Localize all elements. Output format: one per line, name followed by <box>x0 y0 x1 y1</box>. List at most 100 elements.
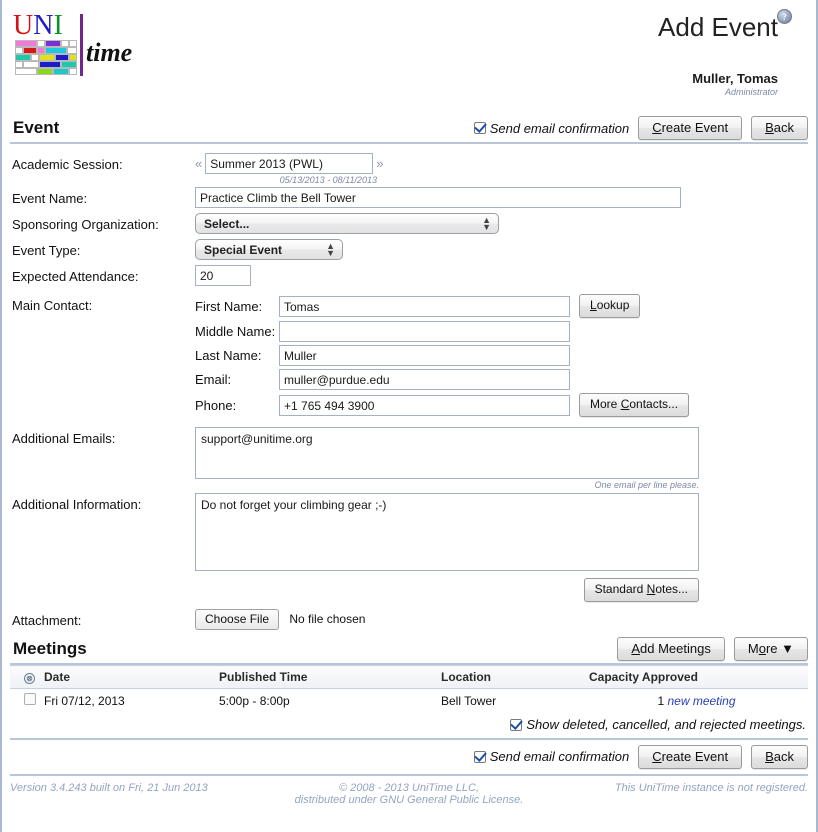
more-prefix: M <box>747 641 759 656</box>
column-header-date[interactable]: Date <box>44 665 219 689</box>
create-event-button-top[interactable]: Create Event <box>638 116 743 140</box>
more-contacts-suffix: ontacts... <box>629 397 679 411</box>
logo-time-text: time <box>86 38 133 67</box>
create-event-button-bottom[interactable]: Create Event <box>638 744 743 769</box>
row-checkbox[interactable] <box>24 693 36 705</box>
column-header-capacity-approved[interactable]: Capacity Approved <box>589 665 808 689</box>
user-name: Muller, Tomas <box>692 71 778 86</box>
row-phone: Phone: +1 765 494 3900 More Contacts... <box>195 393 806 417</box>
show-deleted-checkbox[interactable] <box>510 718 523 731</box>
help-icon[interactable]: ? <box>777 9 792 24</box>
bottom-action-bar: Send email confirmation Create Event Bac… <box>10 737 808 776</box>
back-accel-top: B <box>765 120 774 135</box>
show-deleted-control[interactable]: Show deleted, cancelled, and rejected me… <box>510 717 806 732</box>
row-academic-session: Academic Session: « Summer 2013 (PWL) » … <box>12 153 806 185</box>
standard-notes-accel: N <box>646 582 656 596</box>
lookup-button[interactable]: Lookup <box>579 294 641 318</box>
row-last-name: Last Name: Muller <box>195 345 806 366</box>
chevron-down-icon-more: ▼ <box>781 641 794 656</box>
back-button-top[interactable]: Back <box>751 116 808 140</box>
more-suffix: re <box>765 641 778 656</box>
first-name-input[interactable]: Tomas <box>279 295 570 317</box>
meetings-section-actions: Add Meetings More ▼ <box>617 637 808 661</box>
column-header-location[interactable]: Location <box>441 665 589 689</box>
add-meetings-accel: A <box>631 641 641 656</box>
standard-notes-button[interactable]: Standard Notes... <box>583 578 699 602</box>
logo-uni-text: UNI <box>13 12 63 40</box>
academic-session-input[interactable]: Summer 2013 (PWL) <box>205 153 374 174</box>
sponsoring-org-value: Select... <box>204 217 250 231</box>
next-session-icon[interactable]: » <box>376 156 383 171</box>
create-event-accel-bottom: C <box>652 748 662 764</box>
row-expected-attendance: Expected Attendance: 20 <box>12 265 806 286</box>
row-additional-information: Additional Information: Do not forget yo… <box>12 493 806 602</box>
send-email-confirmation-bottom[interactable]: Send email confirmation <box>473 749 629 764</box>
chevron-updown-icon-sponsor: ▲ ▼ <box>482 214 491 232</box>
expected-attendance-input[interactable]: 20 <box>195 265 251 286</box>
email-input[interactable]: muller@purdue.edu <box>279 369 570 390</box>
page-root: UNI time Add Event ? Muller, Tomas Admin… <box>0 0 818 832</box>
additional-information-textarea[interactable]: Do not forget your climbing gear ;-) <box>195 493 699 571</box>
event-name-input[interactable]: Practice Climb the Bell Tower <box>195 187 681 208</box>
phone-input[interactable]: +1 765 494 3900 <box>279 394 570 416</box>
send-email-checkbox-bottom[interactable] <box>473 750 486 763</box>
attachment-file-status: No file chosen <box>289 612 366 626</box>
select-all-header[interactable]: ⊗ <box>10 665 44 689</box>
event-type-select[interactable]: Special Event ▲ ▼ <box>195 239 343 260</box>
label-first-name: First Name: <box>195 298 263 314</box>
event-form: Academic Session: « Summer 2013 (PWL) » … <box>12 144 806 630</box>
label-middle-name: Middle Name: <box>195 324 276 339</box>
deselect-all-icon[interactable]: ⊗ <box>24 673 35 684</box>
row-email: Email: muller@purdue.edu <box>195 369 806 390</box>
row-attachment: Attachment: Choose File No file chosen <box>12 609 806 630</box>
more-contacts-button[interactable]: More Contacts... <box>579 393 690 417</box>
academic-session-dates: 05/13/2013 - 08/11/2013 <box>279 175 377 185</box>
label-additional-emails: Additional Emails: <box>12 431 116 446</box>
page-header: UNI time Add Event ? Muller, Tomas Admin… <box>2 0 816 118</box>
label-last-name: Last Name: <box>195 348 262 363</box>
column-header-published-time[interactable]: Published Time <box>219 665 441 689</box>
additional-emails-textarea[interactable]: support@unitime.org <box>195 427 699 479</box>
sponsoring-org-select[interactable]: Select... ▲ ▼ <box>195 213 499 234</box>
row-sponsoring-org: Sponsoring Organization: Select... ▲ ▼ <box>12 213 806 234</box>
row-select-cell[interactable] <box>10 688 44 712</box>
prev-session-icon[interactable]: « <box>195 156 202 171</box>
label-event-name: Event Name: <box>12 191 88 206</box>
last-name-input[interactable]: Muller <box>279 345 570 366</box>
lookup-accel: L <box>590 298 597 312</box>
page-footer: Version 3.4.243 built on Fri, 21 Jun 201… <box>10 776 808 818</box>
table-row[interactable]: Fri 07/12, 2013 5:00p - 8:00p Bell Tower… <box>10 688 808 712</box>
footer-registration: This UniTime instance is not registered. <box>614 781 808 794</box>
event-section-actions: Send email confirmation Create Event Bac… <box>473 116 808 140</box>
cell-approval-status: new meeting <box>667 693 736 708</box>
cell-date: Fri 07/12, 2013 <box>44 688 219 712</box>
cell-capacity: 1 <box>657 693 665 708</box>
row-additional-emails: Additional Emails: support@unitime.org O… <box>12 427 806 490</box>
back-accel-bottom: B <box>765 748 774 764</box>
show-deleted-row: Show deleted, cancelled, and rejected me… <box>12 712 806 738</box>
add-meetings-button[interactable]: Add Meetings <box>617 637 725 661</box>
section-title-event: Event <box>13 118 60 137</box>
cell-published-time: 5:00p - 8:00p <box>219 688 441 712</box>
back-label-top: ack <box>773 120 794 135</box>
logo-grid-icon <box>15 40 77 78</box>
footer-copyright-line2: distributed under GNU General Public Lic… <box>294 793 524 806</box>
additional-emails-hint: One email per line please. <box>594 480 699 490</box>
send-email-checkbox-top[interactable] <box>473 122 486 134</box>
create-event-accel-top: C <box>652 120 662 135</box>
more-menu-button[interactable]: More ▼ <box>733 637 808 661</box>
choose-file-button[interactable]: Choose File <box>195 609 280 630</box>
send-email-confirmation-top[interactable]: Send email confirmation <box>473 121 629 136</box>
section-title-meetings: Meetings <box>13 639 87 658</box>
label-event-type: Event Type: <box>12 243 81 258</box>
back-button-bottom[interactable]: Back <box>751 744 808 769</box>
add-meetings-label: dd Meetings <box>640 641 711 656</box>
more-accel: o <box>758 641 766 656</box>
event-type-value: Special Event <box>204 243 283 257</box>
academic-session-control: « Summer 2013 (PWL) » <box>195 153 806 174</box>
page-title: Add Event <box>658 12 778 42</box>
logo-divider <box>80 14 83 76</box>
middle-name-input[interactable] <box>279 321 570 342</box>
row-event-type: Event Type: Special Event ▲ ▼ <box>12 239 806 260</box>
logo-letter-i: I <box>53 10 63 41</box>
